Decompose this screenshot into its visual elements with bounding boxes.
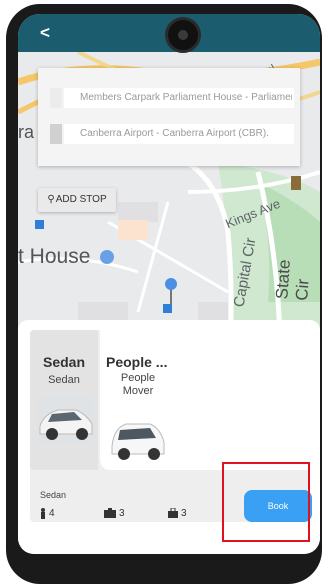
- pickup-marker: [50, 88, 62, 108]
- small-bag-capacity: 3: [168, 508, 187, 519]
- map-pin-icon: ⚲: [47, 194, 55, 205]
- add-stop-label: ADD STOP: [55, 194, 107, 205]
- passenger-capacity: 4: [40, 508, 55, 519]
- map-label-state-cir: State Cir: [272, 258, 313, 302]
- passenger-icon: [41, 508, 45, 519]
- map-view[interactable]: Kings Ave Capital Cir State Cir t House …: [18, 52, 320, 342]
- vehicle-card-sedan[interactable]: Sedan Sedan: [30, 330, 98, 470]
- large-luggage-icon: [104, 508, 116, 519]
- small-luggage-icon: [168, 508, 178, 519]
- pickup-address: Members Carpark Parliament House - Parli…: [80, 92, 292, 103]
- front-camera: [165, 17, 201, 53]
- vehicle-description: People Mover: [120, 372, 156, 397]
- vehicle-name: People ...: [106, 354, 168, 370]
- route-card: Members Carpark Parliament House - Parli…: [38, 68, 300, 166]
- pickup-row[interactable]: Members Carpark Parliament House - Parli…: [50, 88, 294, 108]
- vehicle-name: Sedan: [42, 354, 85, 370]
- dropoff-row[interactable]: Canberra Airport - Canberra Airport (CBR…: [50, 124, 294, 144]
- highlight-box: [222, 462, 310, 542]
- top-bar: <: [18, 14, 320, 53]
- add-stop-button[interactable]: ⚲ADD STOP: [38, 188, 116, 212]
- back-button[interactable]: <: [40, 24, 50, 42]
- people-mover-car-image: [110, 414, 166, 462]
- vehicle-description: Sedan: [48, 374, 80, 386]
- map-label-edge: ra: [18, 122, 35, 142]
- chevron-left-icon: <: [40, 23, 50, 42]
- map-label-house: t House: [18, 245, 91, 268]
- dropoff-marker: [50, 124, 62, 144]
- phone-bottom-bezel: [6, 556, 322, 584]
- dropoff-address: Canberra Airport - Canberra Airport (CBR…: [80, 128, 269, 139]
- large-bag-capacity: 3: [104, 508, 125, 519]
- selected-vehicle-type: Sedan: [40, 490, 67, 500]
- sedan-car-image: [38, 396, 94, 444]
- vehicle-card-people-mover[interactable]: People ... People Mover: [100, 330, 310, 470]
